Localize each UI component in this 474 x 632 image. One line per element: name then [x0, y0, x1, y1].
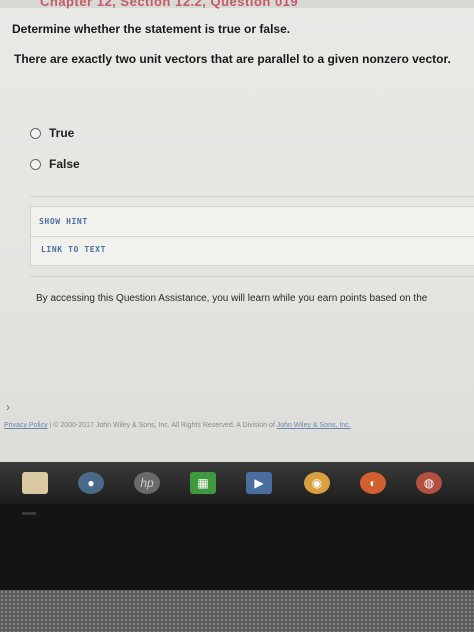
wiley-link[interactable]: John Wiley & Sons, Inc. [277, 422, 351, 429]
option-true[interactable]: True [30, 126, 74, 140]
chevron-right-icon[interactable]: › [6, 400, 10, 414]
browser-screen: Chapter 12, Section 12.2, Question 019 D… [0, 0, 474, 470]
firefox-icon[interactable]: ◐ [360, 472, 386, 494]
keyboard-area [0, 590, 474, 632]
monitor-bezel [0, 504, 474, 590]
bezel-mark [22, 512, 36, 515]
file-explorer-icon[interactable] [22, 472, 48, 494]
option-false-label: False [49, 157, 80, 171]
taskbar: ● hp ▦ ▶ ◉ ◐ ◍ [0, 462, 474, 504]
assistance-text: By accessing this Question Assistance, y… [36, 293, 428, 304]
copyright-text: © 2000-2017 John Wiley & Sons, Inc. All … [53, 422, 275, 429]
show-hint-button[interactable]: SHOW HINT [39, 217, 88, 226]
option-false[interactable]: False [30, 157, 80, 171]
page-header-strip: Chapter 12, Section 12.2, Question 019 [0, 0, 474, 9]
store-icon[interactable]: ▦ [190, 472, 216, 494]
app-icon[interactable]: ◍ [416, 472, 442, 494]
privacy-policy-link[interactable]: Privacy Policy [4, 422, 48, 429]
video-icon[interactable]: ▶ [246, 472, 272, 494]
question-title: Chapter 12, Section 12.2, Question 019 [40, 0, 299, 9]
question-block: Determine whether the statement is true … [12, 22, 467, 66]
link-to-text-button[interactable]: LINK TO TEXT [41, 245, 106, 254]
show-hint-box[interactable]: SHOW HINT [30, 206, 474, 240]
divider [30, 196, 474, 197]
radio-false[interactable] [30, 158, 41, 170]
footer: Privacy Policy | © 2000-2017 John Wiley … [4, 422, 351, 429]
hp-icon[interactable]: hp [134, 472, 160, 494]
option-true-label: True [49, 126, 75, 140]
question-statement: There are exactly two unit vectors that … [14, 52, 451, 66]
divider [30, 276, 474, 277]
chrome-icon[interactable]: ◉ [304, 472, 330, 494]
radio-true[interactable] [30, 127, 41, 139]
question-instruction: Determine whether the statement is true … [12, 22, 291, 36]
footer-separator: | [49, 422, 52, 429]
media-icon[interactable]: ● [78, 472, 104, 494]
link-to-text-box[interactable]: LINK TO TEXT [30, 236, 474, 266]
